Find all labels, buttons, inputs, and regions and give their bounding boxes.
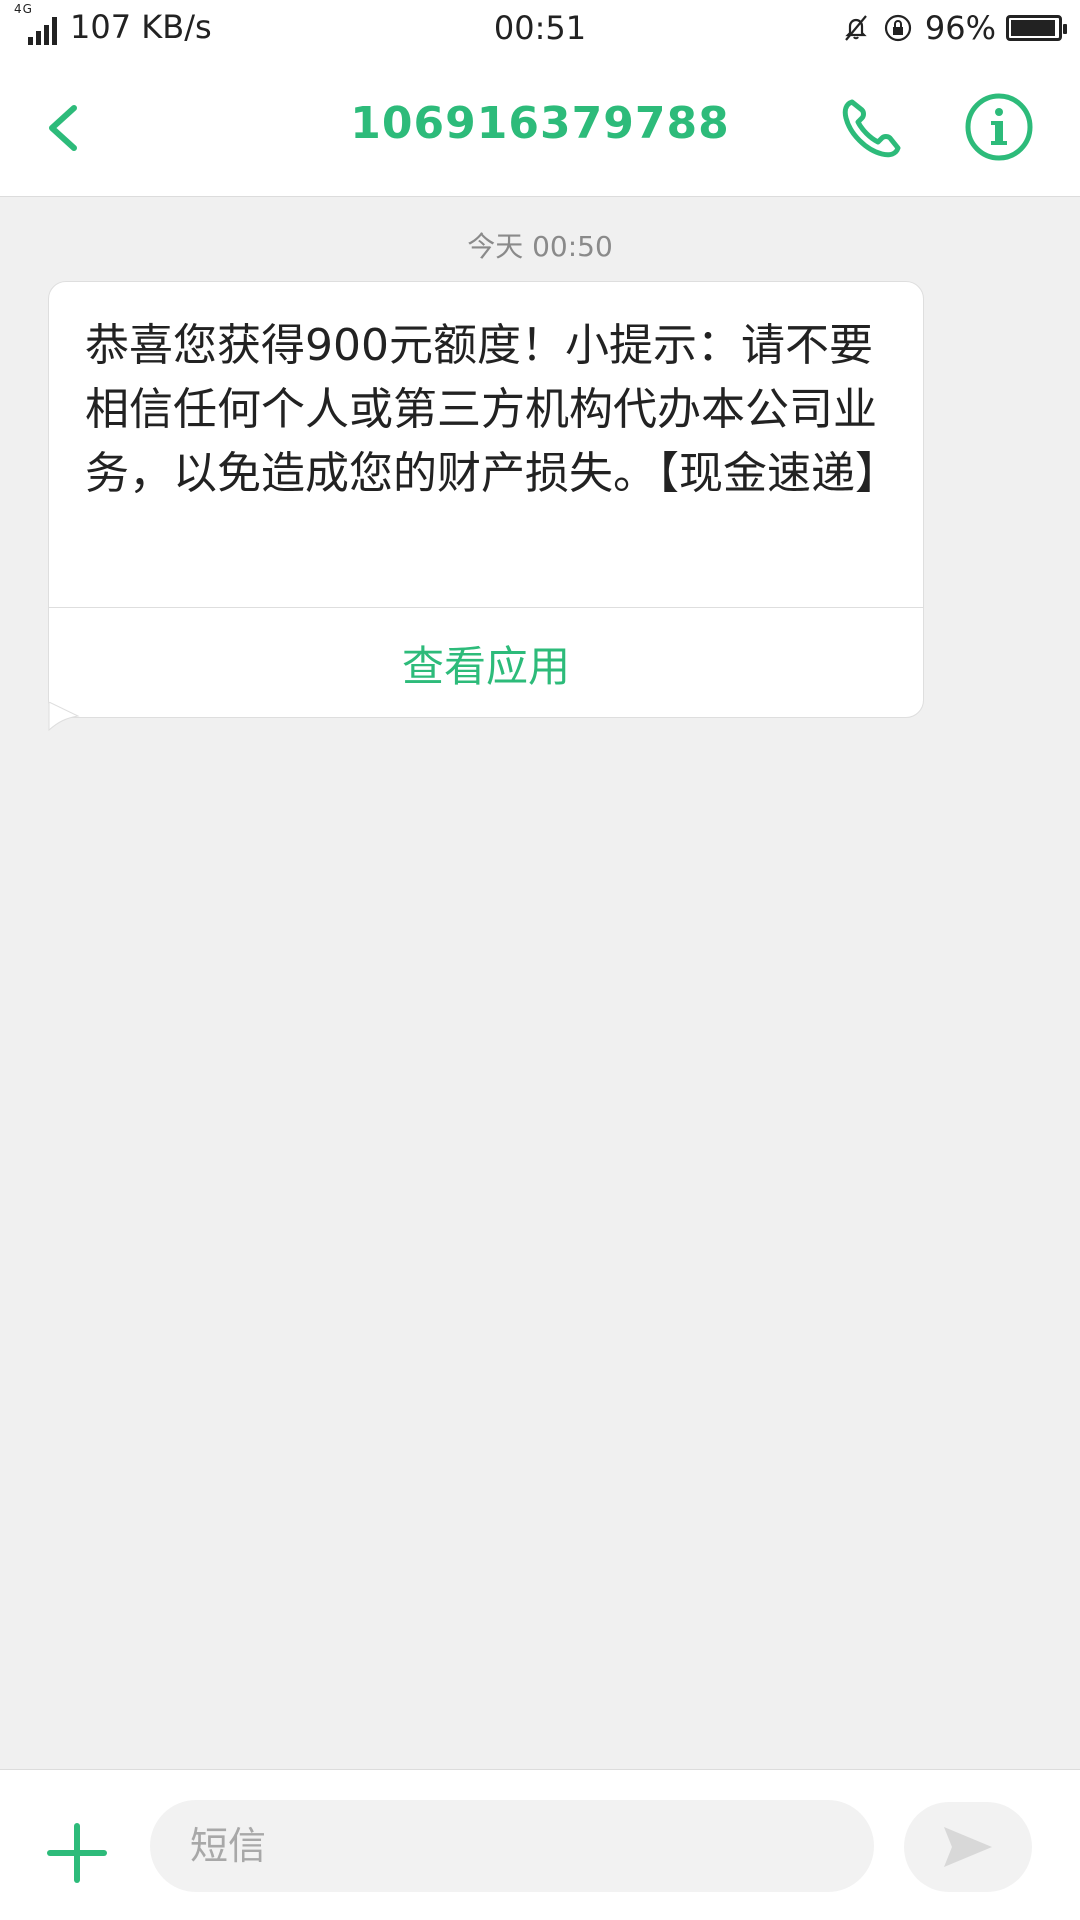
message-text: 恭喜您获得900元额度！小提示：请不要相信任何个人或第三方机构代办本公司业务，以… — [85, 320, 899, 499]
battery-fill — [1011, 20, 1056, 36]
send-icon — [944, 1827, 992, 1867]
bubble-tail — [48, 702, 80, 732]
mute-bell-icon — [845, 15, 867, 41]
status-bar: 4G 107 KB/s 00:51 96% — [0, 0, 1080, 62]
composer-bar — [0, 1769, 1080, 1920]
send-button[interactable] — [904, 1802, 1032, 1892]
battery-percent: 96% — [924, 9, 996, 47]
message-input[interactable] — [150, 1800, 874, 1892]
view-app-button[interactable]: 查看应用 — [49, 608, 923, 718]
message-thread[interactable]: 今天 00:50 恭喜您获得900元额度！小提示：请不要相信任何个人或第三方机构… — [0, 197, 1080, 1769]
conversation-header: 106916379788 — [0, 62, 1080, 197]
message-bubble[interactable]: 恭喜您获得900元额度！小提示：请不要相信任何个人或第三方机构代办本公司业务，以… — [48, 281, 924, 718]
phone-icon[interactable] — [838, 96, 904, 162]
status-right: 96% — [841, 9, 1067, 47]
message-timestamp: 今天 00:50 — [467, 230, 613, 263]
contact-number: 106916379788 — [350, 98, 730, 149]
plus-icon[interactable] — [46, 1822, 108, 1884]
info-icon[interactable] — [964, 92, 1034, 162]
rotation-lock-icon — [884, 14, 911, 42]
battery-icon — [1006, 15, 1067, 41]
